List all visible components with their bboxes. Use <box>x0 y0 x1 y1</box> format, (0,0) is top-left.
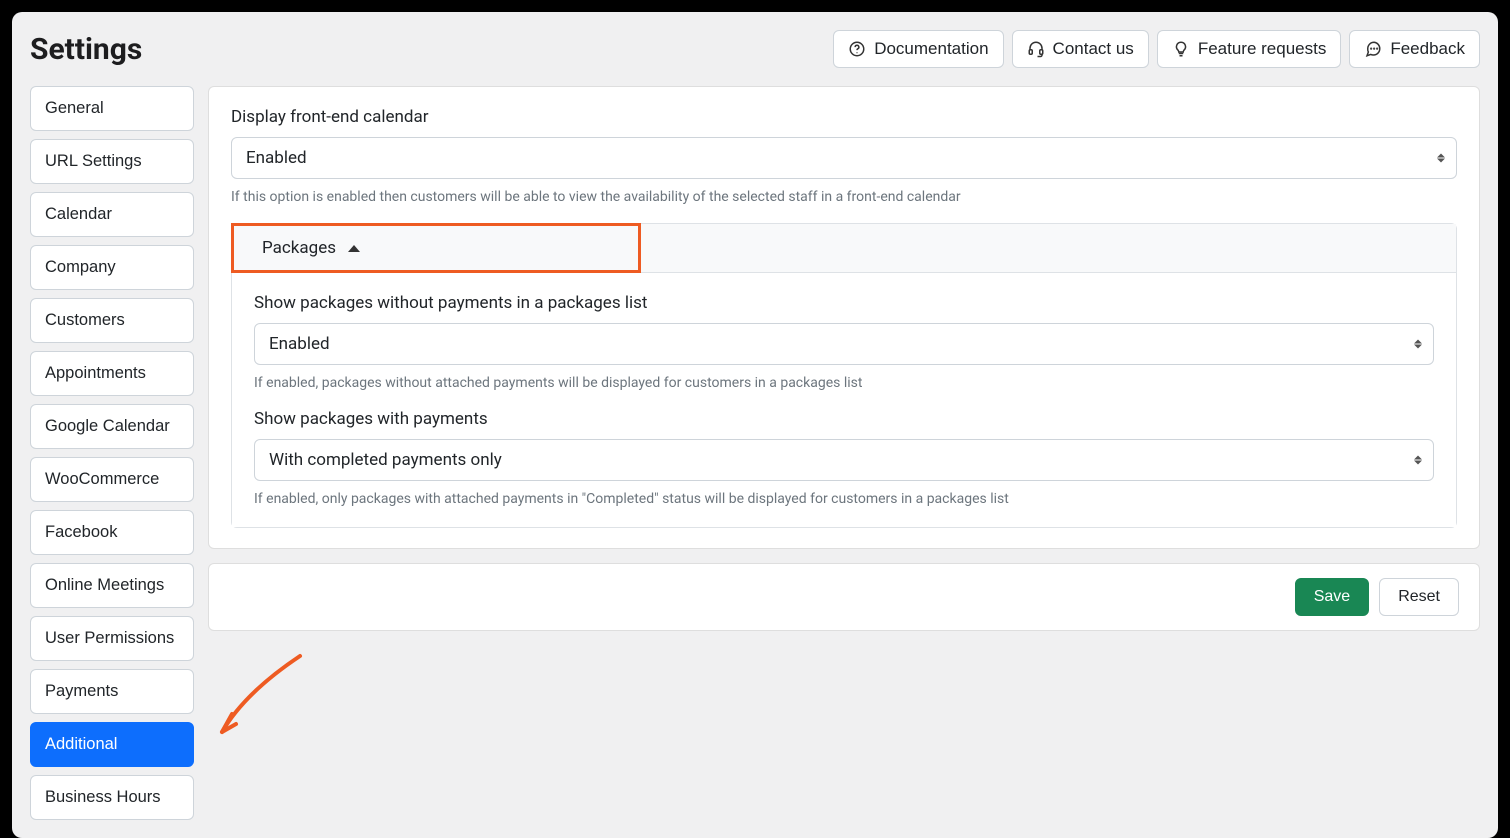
select-value: With completed payments only <box>254 439 1434 481</box>
lightbulb-icon <box>1172 40 1190 58</box>
sidebar-item-appointments[interactable]: Appointments <box>30 351 194 396</box>
show-packages-no-payment-field: Show packages without payments in a pack… <box>254 293 1434 391</box>
select-chevron-icon <box>1437 154 1445 163</box>
chat-icon <box>1364 40 1382 58</box>
packages-accordion-header[interactable]: Packages <box>232 224 1456 273</box>
field-label: Show packages with payments <box>254 409 1434 429</box>
sidebar-item-woocommerce[interactable]: WooCommerce <box>30 457 194 502</box>
main-content: Display front-end calendar Enabled If th… <box>208 86 1480 631</box>
sidebar-item-calendar[interactable]: Calendar <box>30 192 194 237</box>
sidebar-item-additional[interactable]: Additional <box>30 722 194 767</box>
help-text: If enabled, only packages with attached … <box>254 491 1434 507</box>
page-title: Settings <box>30 32 142 67</box>
display-calendar-field: Display front-end calendar Enabled If th… <box>231 107 1457 205</box>
documentation-button[interactable]: Documentation <box>833 30 1003 68</box>
feature-requests-button[interactable]: Feature requests <box>1157 30 1342 68</box>
settings-panel: Display front-end calendar Enabled If th… <box>208 86 1480 549</box>
contact-button[interactable]: Contact us <box>1012 30 1149 68</box>
sidebar-item-user-permissions[interactable]: User Permissions <box>30 616 194 661</box>
sidebar: General URL Settings Calendar Company Cu… <box>30 86 194 820</box>
caret-up-icon <box>348 245 360 252</box>
field-label: Show packages without payments in a pack… <box>254 293 1434 313</box>
headset-icon <box>1027 40 1045 58</box>
select-value: Enabled <box>254 323 1434 365</box>
select-value: Enabled <box>231 137 1457 179</box>
show-packages-no-payment-select[interactable]: Enabled <box>254 323 1434 365</box>
packages-accordion-body: Show packages without payments in a pack… <box>232 273 1456 527</box>
sidebar-item-url-settings[interactable]: URL Settings <box>30 139 194 184</box>
topbar: Settings Documentation Contact us Featur… <box>30 30 1480 68</box>
show-packages-with-payment-field: Show packages with payments With complet… <box>254 409 1434 507</box>
footer-panel: Save Reset <box>208 563 1480 631</box>
sidebar-item-customers[interactable]: Customers <box>30 298 194 343</box>
select-chevron-icon <box>1414 456 1422 465</box>
feedback-button[interactable]: Feedback <box>1349 30 1480 68</box>
help-circle-icon <box>848 40 866 58</box>
reset-button[interactable]: Reset <box>1379 578 1459 616</box>
display-calendar-select[interactable]: Enabled <box>231 137 1457 179</box>
top-buttons: Documentation Contact us Feature request… <box>833 30 1480 68</box>
save-button[interactable]: Save <box>1295 578 1369 616</box>
app-frame: Settings Documentation Contact us Featur… <box>12 12 1498 838</box>
sidebar-item-facebook[interactable]: Facebook <box>30 510 194 555</box>
sidebar-item-business-hours[interactable]: Business Hours <box>30 775 194 820</box>
sidebar-item-online-meetings[interactable]: Online Meetings <box>30 563 194 608</box>
sidebar-item-company[interactable]: Company <box>30 245 194 290</box>
help-text: If enabled, packages without attached pa… <box>254 375 1434 391</box>
help-text: If this option is enabled then customers… <box>231 189 1457 205</box>
sidebar-item-general[interactable]: General <box>30 86 194 131</box>
field-label: Display front-end calendar <box>231 107 1457 127</box>
show-packages-with-payment-select[interactable]: With completed payments only <box>254 439 1434 481</box>
sidebar-item-google-calendar[interactable]: Google Calendar <box>30 404 194 449</box>
accordion-title: Packages <box>262 238 336 258</box>
packages-accordion: Packages Show packages without payments … <box>231 223 1457 528</box>
sidebar-item-payments[interactable]: Payments <box>30 669 194 714</box>
select-chevron-icon <box>1414 340 1422 349</box>
layout: General URL Settings Calendar Company Cu… <box>30 86 1480 820</box>
